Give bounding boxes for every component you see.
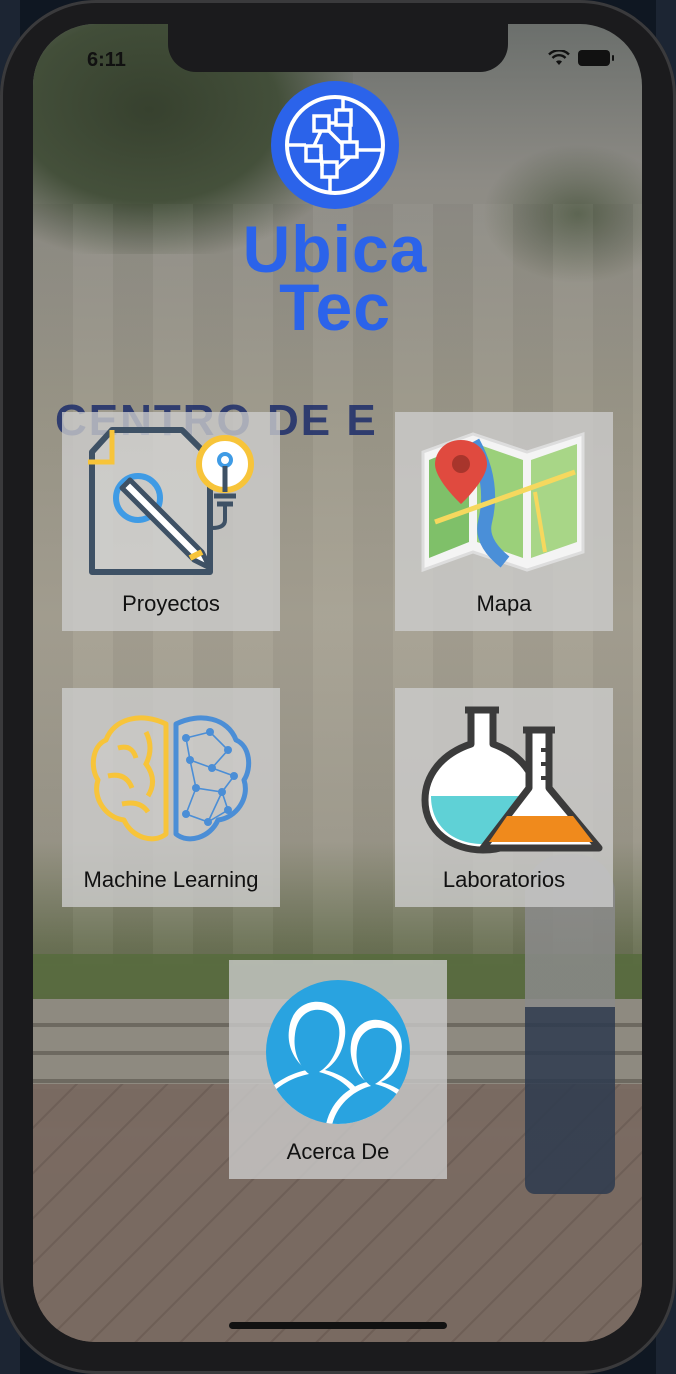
- proyectos-label: Proyectos: [122, 591, 220, 616]
- lab-flasks-icon: [421, 706, 603, 854]
- app-title: Ubica Tec: [200, 216, 470, 344]
- status-time: 6:11: [87, 49, 126, 71]
- laboratorios-button[interactable]: Laboratorios: [395, 688, 613, 907]
- device-notch: [168, 24, 508, 72]
- mapa-button[interactable]: Mapa: [395, 412, 613, 631]
- wifi-icon: [548, 50, 570, 65]
- machine-learning-label: Machine Learning: [83, 867, 259, 892]
- document-pencil-lightbulb-icon: [88, 427, 254, 575]
- map-pin-icon: [421, 431, 585, 573]
- home-indicator[interactable]: [229, 1322, 447, 1329]
- two-people-icon: [266, 980, 410, 1124]
- laboratorios-label: Laboratorios: [442, 867, 566, 892]
- acerca-de-button[interactable]: Acerca De: [229, 960, 447, 1179]
- brain-network-icon: [90, 715, 252, 842]
- acerca-de-label: Acerca De: [286, 1139, 390, 1164]
- machine-learning-button[interactable]: Machine Learning: [62, 688, 280, 907]
- proyectos-button[interactable]: Proyectos: [62, 412, 280, 631]
- phone-frame: CENTRO DE E 6:11 Ubica Tec: [0, 0, 676, 1374]
- battery-icon: [578, 50, 614, 66]
- app-title-line2: Tec: [279, 270, 391, 344]
- mapa-label: Mapa: [476, 591, 532, 616]
- status-icons: [548, 50, 614, 66]
- network-globe-icon: [271, 81, 399, 209]
